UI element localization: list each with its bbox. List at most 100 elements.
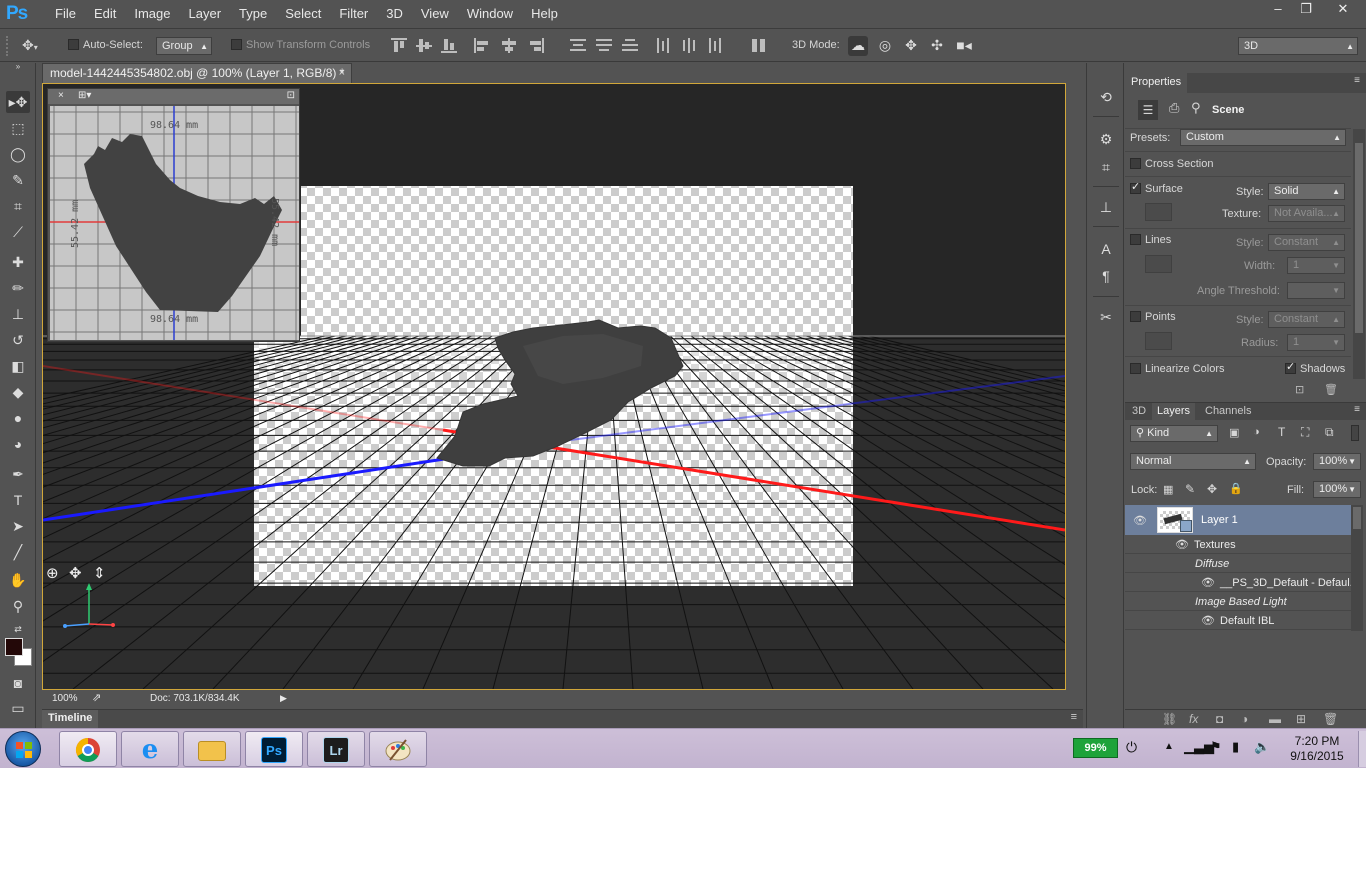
layer-name[interactable]: Layer 1	[1201, 514, 1238, 526]
distribute-vcenter-icon[interactable]	[596, 38, 612, 53]
shadows-checkbox[interactable]	[1285, 360, 1296, 374]
action-center-flag-icon[interactable]: ⚑	[1210, 739, 1222, 755]
show-hidden-icons-icon[interactable]: ▲	[1164, 741, 1174, 752]
surface-checkbox[interactable]	[1130, 180, 1141, 194]
quick-mask-icon[interactable]: ◙	[6, 672, 30, 694]
document-canvas[interactable]: × ⊞▾ ⊡ 98.64 mm 98.64 mm 55.42 mm 55.42 …	[42, 83, 1066, 690]
line-tool-icon[interactable]: ╱	[6, 541, 30, 563]
move-tool-preset-icon[interactable]: ✥▾	[22, 30, 38, 62]
menu-3d[interactable]: 3D	[377, 0, 412, 29]
swap-colors-icon[interactable]: ⇄	[6, 618, 30, 640]
layer-row-diffuse-texture[interactable]: 👁 __PS_3D_Default - Defaul...	[1125, 574, 1359, 592]
surface-texture-dropdown[interactable]: Not Availa... ▲	[1268, 205, 1345, 222]
surface-option[interactable]: Surface	[1130, 180, 1183, 195]
taskbar-file-explorer[interactable]	[183, 731, 241, 767]
close-button[interactable]: ✕	[1320, 0, 1366, 20]
diffuse-texture-eye-icon[interactable]: 👁	[1201, 576, 1215, 589]
scene-filter-icon[interactable]: ☰	[1138, 100, 1158, 120]
distribute-top-icon[interactable]	[570, 38, 586, 53]
restore-button[interactable]: ❐	[1292, 0, 1320, 20]
linearize-colors-checkbox[interactable]	[1130, 362, 1141, 374]
system-clock[interactable]: 7:20 PM 9/16/2015	[1282, 734, 1352, 764]
path-selection-tool-icon[interactable]: ➤	[6, 515, 30, 537]
close-view-icon[interactable]: ×	[58, 89, 64, 103]
tab-layers[interactable]: Layers	[1152, 403, 1196, 420]
surface-style-dropdown[interactable]: Solid ▲	[1268, 183, 1345, 200]
quick-selection-tool-icon[interactable]: ✎	[6, 169, 30, 191]
swap-view-icon[interactable]: ⊡	[287, 89, 295, 103]
menu-view[interactable]: View	[412, 0, 458, 29]
scrollbar-thumb[interactable]	[1353, 507, 1361, 529]
filter-toggle[interactable]	[1351, 425, 1359, 441]
status-menu-arrow-icon[interactable]: ▶	[280, 690, 287, 707]
scale-3d-icon[interactable]: ■◂	[954, 36, 974, 56]
timeline-tab[interactable]: Timeline	[42, 710, 99, 728]
filter-shape-icon[interactable]: ⛶	[1301, 425, 1309, 440]
screen-mode-icon[interactable]: ▭	[6, 697, 30, 719]
hand-tool-icon[interactable]: ✋	[6, 569, 30, 591]
new-layer-icon[interactable]: ⊞	[1296, 712, 1306, 726]
lines-style-dropdown[interactable]: Constant ▲	[1268, 234, 1345, 251]
healing-brush-tool-icon[interactable]: ✚	[6, 251, 30, 273]
battery-status-icon[interactable]: ▮	[1232, 739, 1239, 755]
auto-select-target-dropdown[interactable]: Group ▲	[156, 37, 212, 55]
textures-eye-icon[interactable]: 👁	[1175, 538, 1189, 551]
start-button[interactable]	[5, 731, 41, 767]
taskbar-internet-explorer[interactable]: e	[121, 731, 179, 767]
lines-option[interactable]: Lines	[1130, 233, 1171, 246]
taskbar-chrome[interactable]	[59, 731, 117, 767]
layer-row-default-ibl[interactable]: 👁 Default IBL	[1125, 612, 1351, 630]
cross-section-checkbox[interactable]	[1130, 157, 1141, 169]
character-panel-icon[interactable]: A	[1096, 239, 1116, 259]
brush-tool-icon[interactable]: ✏	[6, 277, 30, 299]
tab-channels[interactable]: Channels	[1205, 403, 1251, 420]
delete-icon[interactable]: 🗑	[1324, 383, 1338, 396]
tool-presets-panel-icon[interactable]: ✂	[1096, 307, 1116, 327]
adjustment-layer-icon[interactable]: ◑	[1241, 712, 1248, 726]
menu-layer[interactable]: Layer	[180, 0, 231, 29]
foreground-color-swatch[interactable]	[5, 638, 23, 656]
distribute-hcenter-icon[interactable]	[682, 38, 698, 53]
visibility-eye-icon[interactable]: 👁	[1133, 514, 1147, 527]
layers-menu-icon[interactable]: ≡	[1354, 404, 1360, 415]
view-menu-icon[interactable]: ⊞▾	[78, 89, 91, 103]
lines-color-swatch[interactable]	[1145, 255, 1172, 273]
show-transform-controls-checkbox[interactable]	[231, 38, 242, 50]
marquee-tool-icon[interactable]: ⬚	[6, 117, 30, 139]
new-group-icon[interactable]: ▬	[1269, 712, 1281, 726]
zoom-tool-icon[interactable]: ⚲	[6, 595, 30, 617]
filter-pixel-icon[interactable]: ▣	[1229, 426, 1239, 439]
battery-indicator[interactable]: 99%	[1073, 738, 1118, 758]
workspace-dropdown[interactable]: 3D ▲	[1238, 37, 1358, 55]
auto-select-checkbox[interactable]	[68, 38, 79, 50]
linearize-colors-option[interactable]: Linearize Colors	[1130, 362, 1224, 375]
volume-icon[interactable]: 🔈	[1254, 739, 1270, 755]
brush-presets-panel-icon[interactable]: ⌗	[1096, 157, 1116, 177]
type-tool-icon[interactable]: T	[6, 489, 30, 511]
filter-smart-object-icon[interactable]: ⧉	[1325, 425, 1334, 440]
fill-field[interactable]: 100% ▼	[1313, 481, 1361, 498]
show-transform-controls-option[interactable]: Show Transform Controls	[231, 30, 370, 62]
presets-dropdown[interactable]: Custom ▲	[1180, 129, 1346, 146]
scrollbar-thumb[interactable]	[1355, 143, 1363, 333]
layer-row-textures[interactable]: 👁 Textures	[1125, 536, 1351, 554]
align-right-icon[interactable]	[528, 38, 544, 53]
menu-type[interactable]: Type	[230, 0, 276, 29]
dolly-camera-icon[interactable]: ⇕	[93, 564, 106, 582]
align-hcenter-icon[interactable]	[501, 38, 517, 53]
surface-color-swatch[interactable]	[1145, 203, 1172, 221]
properties-tab[interactable]: Properties	[1125, 73, 1188, 93]
toolbar-collapse-icon[interactable]: »	[6, 63, 30, 71]
minimize-button[interactable]: –	[1264, 0, 1292, 20]
distribute-left-icon[interactable]	[656, 38, 672, 53]
points-option[interactable]: Points	[1130, 310, 1176, 323]
distribute-right-icon[interactable]	[708, 38, 724, 53]
filter-adjustment-icon[interactable]: ◑	[1253, 426, 1260, 438]
layers-scrollbar[interactable]	[1351, 505, 1363, 631]
pen-tool-icon[interactable]: ✒	[6, 463, 30, 485]
delete-layer-icon[interactable]: 🗑	[1323, 712, 1338, 726]
taskbar-lightroom[interactable]: Lr	[307, 731, 365, 767]
menu-image[interactable]: Image	[125, 0, 179, 29]
timeline-menu-icon[interactable]: ≡	[1071, 711, 1077, 723]
lasso-tool-icon[interactable]: ◯	[6, 143, 30, 165]
